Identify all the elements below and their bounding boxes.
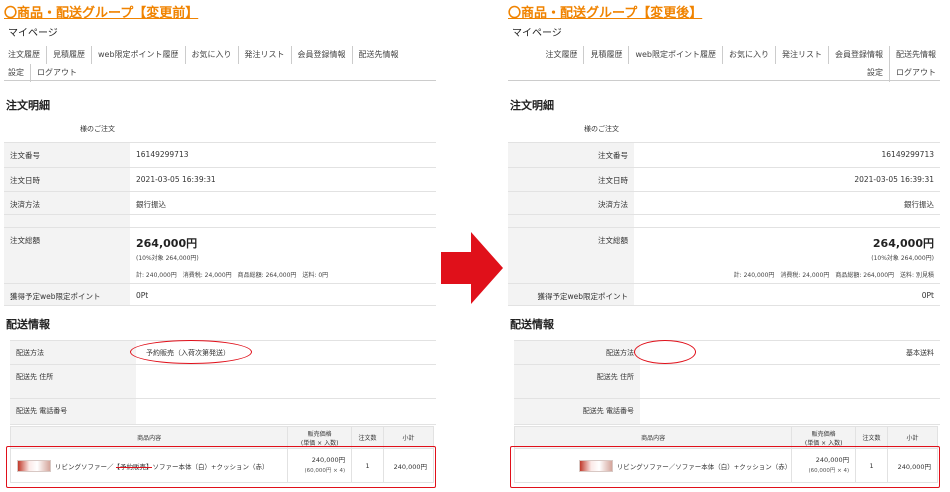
total-cell: 264,000円 (10%対象 264,000円) 計: 240,000円 消費…	[634, 227, 940, 284]
preorder-underline	[116, 467, 152, 468]
mypage-title: マイページ	[512, 28, 562, 39]
nav-quote-history[interactable]: 見積履歴	[47, 46, 92, 64]
total-cell: 264,000円 (10%対象 264,000円) 計: 240,000円 消費…	[130, 227, 436, 284]
product-row-highlight	[510, 446, 940, 488]
order-info-table: 注文番号 16149299713 注文日時 2021-03-05 16:39:31 …	[508, 142, 940, 306]
nav-point-history[interactable]: web限定ポイント履歴	[629, 46, 723, 64]
after-panel: 〇商品・配送グループ【変更後】 マイページ 注文履歴 見積履歴 web限定ポイント履…	[506, 0, 946, 492]
order-number-value: 16149299713	[130, 142, 436, 168]
order-number-label: 注文番号	[4, 142, 130, 168]
total-value: 264,000円	[872, 237, 934, 250]
payment-value: 銀行振込	[634, 191, 940, 215]
nav-point-history[interactable]: web限定ポイント履歴	[92, 46, 186, 64]
customer-label: 様のご注文	[80, 125, 115, 133]
order-info-table: 注文番号 16149299713 注文日時 2021-03-05 16:39:31 …	[4, 142, 436, 306]
nav-order-history[interactable]: 注文履歴	[6, 46, 47, 64]
shipping-table: 配送方法 基本送料 配送先 住所 配送先 電話番号	[514, 340, 940, 425]
total-value: 264,000円	[136, 237, 198, 250]
mypage-nav: 注文履歴 見積履歴 web限定ポイント履歴 お気に入り 発注リスト 会員登録情報 配送先情報…	[6, 46, 438, 82]
spacer-value	[634, 214, 940, 228]
price-breakdown: 計: 240,000円 消費税: 24,000円 商品総額: 264,000円 …	[733, 272, 934, 279]
order-date-label: 注文日時	[508, 167, 634, 192]
mypage-title: マイページ	[8, 28, 58, 39]
before-panel: 〇商品・配送グループ【変更前】 マイページ 注文履歴 見積履歴 web限定ポイント履…	[2, 0, 442, 492]
right-arrow-icon	[441, 232, 503, 304]
ship-phone-value	[640, 398, 940, 425]
nav-quote-history[interactable]: 見積履歴	[584, 46, 630, 64]
payment-label: 決済方法	[4, 191, 130, 215]
ship-phone-label: 配送先 電話番号	[10, 398, 136, 425]
shipping-heading: 配送情報	[510, 318, 554, 331]
payment-value: 銀行振込	[130, 191, 436, 215]
tax-note: (10%対象 264,000円)	[136, 255, 199, 262]
nav-member-info[interactable]: 会員登録情報	[829, 46, 890, 64]
after-heading: 〇商品・配送グループ【変更後】	[508, 6, 703, 21]
ship-address-value	[640, 364, 940, 399]
ship-phone-value	[136, 398, 436, 425]
ship-phone-label: 配送先 電話番号	[514, 398, 640, 425]
nav-favorites[interactable]: お気に入り	[723, 46, 776, 64]
ship-method-label: 配送方法	[514, 340, 640, 365]
total-label: 注文総額	[4, 227, 130, 284]
ship-address-label: 配送先 住所	[514, 364, 640, 399]
spacer-label	[4, 214, 130, 228]
nav-divider	[4, 80, 436, 81]
nav-member-info[interactable]: 会員登録情報	[292, 46, 353, 64]
price-breakdown: 計: 240,000円 消費税: 24,000円 商品総額: 264,000円 …	[136, 272, 329, 279]
order-date-value: 2021-03-05 16:39:31	[130, 167, 436, 192]
points-value: 0Pt	[130, 283, 436, 306]
nav-favorites[interactable]: お気に入り	[186, 46, 239, 64]
total-label: 注文総額	[508, 227, 634, 284]
nav-divider	[508, 80, 940, 81]
ship-address-value	[136, 364, 436, 399]
product-row-highlight	[6, 446, 436, 488]
order-number-value: 16149299713	[634, 142, 940, 168]
order-detail-heading: 注文明細	[510, 99, 554, 112]
ship-method-highlight	[634, 340, 696, 364]
points-label: 獲得予定web限定ポイント	[4, 283, 130, 306]
nav-order-history[interactable]: 注文履歴	[543, 46, 585, 64]
spacer-value	[130, 214, 436, 228]
nav-delivery-info[interactable]: 配送先情報	[353, 46, 405, 64]
ship-method-label: 配送方法	[10, 340, 136, 365]
payment-label: 決済方法	[508, 191, 634, 215]
order-date-label: 注文日時	[4, 167, 130, 192]
shipping-heading: 配送情報	[6, 318, 50, 331]
nav-order-list[interactable]: 発注リスト	[776, 46, 829, 64]
order-date-value: 2021-03-05 16:39:31	[634, 167, 940, 192]
order-number-label: 注文番号	[508, 142, 634, 168]
nav-delivery-info[interactable]: 配送先情報	[890, 46, 942, 64]
mypage-nav: 注文履歴 見積履歴 web限定ポイント履歴 お気に入り 発注リスト 会員登録情報 配送先情報…	[510, 46, 942, 82]
spacer-label	[508, 214, 634, 228]
points-value: 0Pt	[634, 283, 940, 306]
ship-address-label: 配送先 住所	[10, 364, 136, 399]
customer-label: 様のご注文	[584, 125, 619, 133]
ship-method-highlight	[130, 340, 252, 364]
before-heading: 〇商品・配送グループ【変更前】	[4, 6, 199, 21]
tax-note: (10%対象 264,000円)	[871, 255, 934, 262]
order-detail-heading: 注文明細	[6, 99, 50, 112]
nav-order-list[interactable]: 発注リスト	[239, 46, 292, 64]
points-label: 獲得予定web限定ポイント	[508, 283, 634, 306]
